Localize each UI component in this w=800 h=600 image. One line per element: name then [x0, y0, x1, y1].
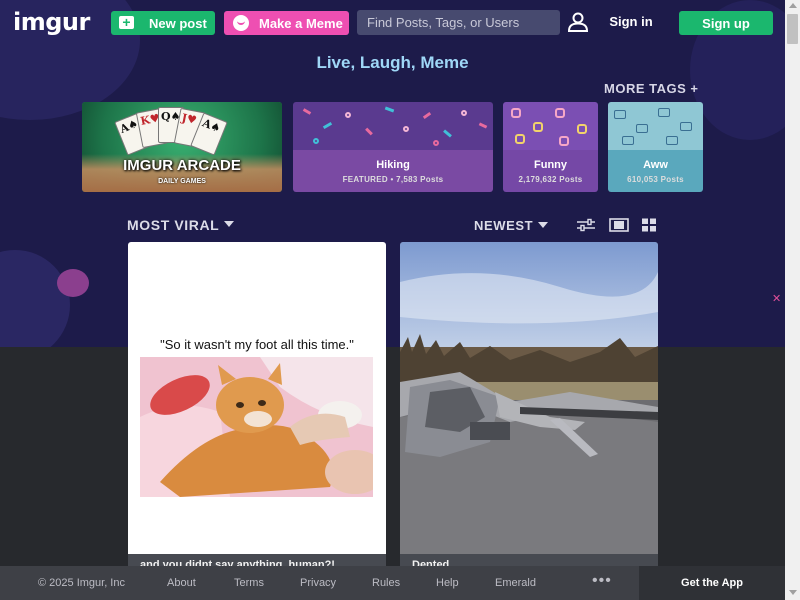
tag-card-pattern	[503, 102, 598, 150]
make-meme-label: Make a Meme	[259, 16, 343, 31]
footer-link-terms[interactable]: Terms	[234, 577, 264, 589]
chevron-down-icon	[538, 221, 549, 228]
sign-up-button[interactable]: Sign up	[679, 11, 773, 35]
grid-view-icon[interactable]	[641, 218, 657, 232]
get-the-app-button[interactable]: Get the App	[639, 566, 785, 600]
tag-card-meta: 2,179,632 Posts	[518, 175, 583, 184]
sliders-icon[interactable]	[576, 218, 596, 232]
page-scrollbar[interactable]	[785, 0, 800, 600]
search-input[interactable]	[357, 10, 560, 35]
footer-link-help[interactable]: Help	[436, 577, 459, 589]
tag-card-arcade[interactable]: A♠ K♥ Q♠ J♥ A♠ IMGUR ARCADE DAILY GAMES	[82, 102, 282, 192]
footer-copyright: © 2025 Imgur, Inc	[38, 577, 125, 589]
tag-card-meta: 610,053 Posts	[627, 175, 684, 184]
tag-card-footer: Hiking FEATURED • 7,583 Posts	[293, 150, 493, 192]
tag-card-aww[interactable]: Aww 610,053 Posts	[608, 102, 703, 192]
more-options-icon[interactable]: •••	[592, 572, 612, 590]
top-navbar: imgur + New post Make a Meme Sign in Sig…	[0, 0, 785, 44]
tag-card-pattern	[608, 102, 703, 150]
plus-icon: +	[119, 15, 134, 29]
footer-bar: © 2025 Imgur, Inc About Terms Privacy Ru…	[0, 566, 785, 600]
new-post-label: New post	[149, 16, 207, 31]
sign-in-link[interactable]: Sign in	[604, 14, 658, 29]
tag-card-meta: DAILY GAMES	[158, 178, 206, 185]
footer-link-rules[interactable]: Rules	[372, 577, 400, 589]
more-tags-link[interactable]: MORE TAGS +	[604, 81, 698, 96]
chevron-down-icon	[224, 221, 235, 228]
tagline: Live, Laugh, Meme	[316, 53, 469, 72]
decorative-blob	[0, 250, 70, 347]
post-image-caption-text: "So it wasn't my foot all this time."	[160, 337, 354, 352]
tag-card-meta: FEATURED • 7,583 Posts	[342, 175, 444, 184]
scroll-up-arrow-icon[interactable]	[789, 3, 797, 8]
tag-card-pattern	[293, 102, 493, 150]
cat-illustration	[140, 357, 373, 497]
tag-card-title: Funny	[534, 159, 567, 171]
list-view-icon[interactable]	[609, 218, 629, 232]
section-dropdown[interactable]: MOST VIRAL	[127, 217, 235, 233]
tag-card-hiking[interactable]: Hiking FEATURED • 7,583 Posts	[293, 102, 493, 192]
meme-face-icon	[233, 15, 249, 31]
user-icon[interactable]	[567, 11, 589, 33]
make-meme-button[interactable]: Make a Meme	[224, 11, 349, 35]
section-dropdown-label: MOST VIRAL	[127, 217, 220, 233]
post-card[interactable]: "So it wasn't my foot all this time." an…	[128, 242, 386, 572]
decorative-blob	[57, 269, 89, 297]
post-image	[400, 242, 658, 554]
scroll-down-arrow-icon[interactable]	[789, 590, 797, 595]
tag-card-title: Hiking	[376, 159, 410, 171]
footer-link-privacy[interactable]: Privacy	[300, 577, 336, 589]
sort-dropdown[interactable]: NEWEST	[474, 218, 549, 233]
sort-dropdown-label: NEWEST	[474, 218, 534, 233]
tag-card-footer: Aww 610,053 Posts	[608, 150, 703, 192]
new-post-button[interactable]: + New post	[111, 11, 215, 35]
footer-link-about[interactable]: About	[167, 577, 196, 589]
feed-background	[0, 347, 785, 600]
close-icon[interactable]: ✕	[772, 292, 781, 305]
tag-card-title: Aww	[643, 159, 668, 171]
tag-card-funny[interactable]: Funny 2,179,632 Posts	[503, 102, 598, 192]
post-card[interactable]: Dented	[400, 242, 658, 572]
imgur-page: imgur + New post Make a Meme Sign in Sig…	[0, 0, 800, 600]
post-image	[140, 357, 373, 497]
footer-link-emerald[interactable]: Emerald	[495, 577, 536, 589]
tag-card-footer: Funny 2,179,632 Posts	[503, 150, 598, 192]
imgur-logo[interactable]: imgur	[13, 8, 90, 36]
scrollbar-thumb[interactable]	[787, 14, 798, 44]
tag-card-title: IMGUR ARCADE	[123, 157, 241, 174]
